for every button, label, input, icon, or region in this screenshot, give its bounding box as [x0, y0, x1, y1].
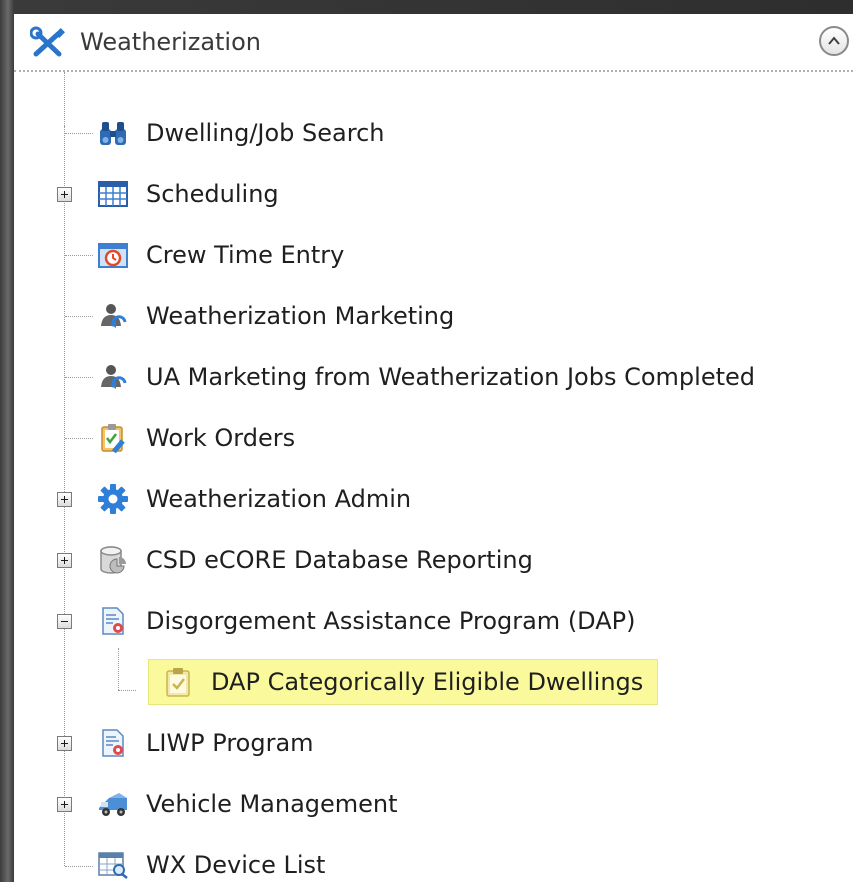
expand-plus-icon[interactable]: [57, 187, 72, 202]
tree-connector: [65, 133, 93, 134]
expand-plus-icon[interactable]: [57, 492, 72, 507]
tree-item-label: UA Marketing from Weatherization Jobs Co…: [146, 363, 755, 391]
database-report-icon: [96, 543, 130, 577]
tree-item-label: Disgorgement Assistance Program (DAP): [146, 607, 636, 635]
tree-item-weatherization-admin[interactable]: Weatherization Admin: [96, 476, 411, 522]
expand-plus-icon[interactable]: [57, 797, 72, 812]
tree-item-label: Weatherization Marketing: [146, 302, 455, 330]
tree-item-wx-device-list[interactable]: WX Device List: [96, 842, 325, 882]
tree-item-work-orders[interactable]: Work Orders: [96, 415, 295, 461]
expand-plus-icon[interactable]: [57, 553, 72, 568]
tree-item-liwp-program[interactable]: LIWP Program: [96, 720, 314, 766]
tree-item-scheduling[interactable]: Scheduling: [96, 171, 279, 217]
clipboard-pencil-icon: [96, 421, 130, 455]
tree-item-label: DAP Categorically Eligible Dwellings: [211, 668, 644, 696]
tree-connector: [65, 255, 93, 256]
tree-item-label: CSD eCORE Database Reporting: [146, 546, 533, 574]
tree-item-label: LIWP Program: [146, 729, 314, 757]
tree-item-crew-time-entry[interactable]: Crew Time Entry: [96, 232, 344, 278]
tree-item-ua-marketing[interactable]: UA Marketing from Weatherization Jobs Co…: [96, 354, 755, 400]
tree-item-dap-eligible-dwellings[interactable]: DAP Categorically Eligible Dwellings: [148, 659, 659, 705]
user-arrow-icon: [96, 299, 130, 333]
tree-connector: [65, 316, 93, 317]
binoculars-icon: [96, 116, 130, 150]
calendar-grid-icon: [96, 177, 130, 211]
tree-item-csd-ecore-reporting[interactable]: CSD eCORE Database Reporting: [96, 537, 533, 583]
chevron-up-circle-icon[interactable]: [819, 26, 849, 56]
tree-connector: [64, 72, 65, 126]
tree-item-label: WX Device List: [146, 851, 326, 879]
tree-item-vehicle-management[interactable]: Vehicle Management: [96, 781, 398, 827]
weatherization-panel: Weatherization Dwelling/Job Search Sched…: [14, 14, 853, 882]
document-ribbon-icon: [96, 726, 130, 760]
tree-item-dap[interactable]: Disgorgement Assistance Program (DAP): [96, 598, 636, 644]
collapse-minus-icon[interactable]: [57, 614, 72, 629]
tree-item-label: Crew Time Entry: [146, 241, 345, 269]
panel-header[interactable]: Weatherization: [14, 14, 853, 72]
table-search-icon: [96, 848, 130, 882]
tree-connector: [118, 648, 119, 690]
truck-icon: [96, 787, 130, 821]
tree-item-label: Weatherization Admin: [146, 485, 412, 513]
user-arrow-icon: [96, 360, 130, 394]
gear-icon: [96, 482, 130, 516]
panel-title: Weatherization: [80, 28, 261, 56]
tree-item-label: Dwelling/Job Search: [146, 119, 385, 147]
tree-connector: [65, 438, 93, 439]
tree-item-label: Scheduling: [146, 180, 279, 208]
tree-connector: [65, 377, 93, 378]
navigation-tree: Dwelling/Job Search Scheduling Crew Time…: [14, 72, 853, 882]
tools-icon: [29, 26, 66, 60]
tree-item-label: Vehicle Management: [146, 790, 398, 818]
tree-connector: [65, 866, 93, 867]
clock-calendar-icon: [96, 238, 130, 272]
tree-item-label: Work Orders: [146, 424, 296, 452]
expand-plus-icon[interactable]: [57, 736, 72, 751]
document-ribbon-icon: [96, 604, 130, 638]
tree-item-dwelling-job-search[interactable]: Dwelling/Job Search: [96, 110, 385, 156]
clipboard-check-icon: [161, 665, 195, 699]
tree-item-weatherization-marketing[interactable]: Weatherization Marketing: [96, 293, 454, 339]
tree-connector: [118, 690, 136, 691]
